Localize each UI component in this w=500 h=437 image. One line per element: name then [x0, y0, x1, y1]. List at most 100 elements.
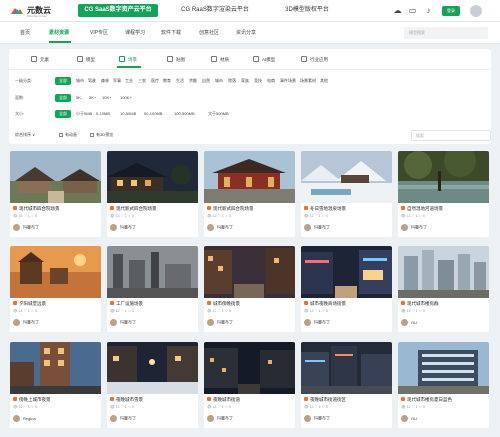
card-title[interactable]: 现代新式四合院场景	[207, 206, 293, 212]
category-tab-ai-model[interactable]: AI模型	[253, 54, 275, 65]
card-author[interactable]: 玛曼布丁	[304, 224, 330, 232]
asset-card[interactable]: 现代城市楼房夏日蓝色 👁 12 ♡ 1 ☆ 0 GU	[398, 342, 489, 428]
card-thumbnail[interactable]	[301, 342, 392, 394]
asset-card[interactable]: 傍晚上城市夜景 👁 12 ♡ 1 ☆ 0 Regina	[10, 342, 101, 428]
filter-chip[interactable]: 100-500MB	[174, 110, 195, 118]
card-author[interactable]: 玛曼布丁	[304, 415, 330, 423]
card-author[interactable]: 玛曼布丁	[207, 224, 233, 232]
asset-card[interactable]: 现代城市四合院场景 👁 15 ♡ 1 ☆ 0 玛曼布丁	[10, 151, 101, 237]
asset-card[interactable]: 现代新式四合院场景 👁 12 ♡ 1 ☆ 0 玛曼布丁	[204, 151, 295, 237]
card-author[interactable]: 玛曼布丁	[110, 415, 136, 423]
nav-item-software[interactable]: 软件下载	[161, 29, 181, 36]
category-tab-model[interactable]: 模型	[77, 54, 95, 65]
card-thumbnail[interactable]	[107, 342, 198, 394]
filter-chip[interactable]: 电商	[267, 77, 275, 85]
asset-card[interactable]: 夜晚城市街道 👁 14 ♡ 1 ☆ 0 玛曼布丁	[204, 342, 295, 428]
filter-chip[interactable]: 驾驶	[88, 77, 96, 85]
card-title[interactable]: 傍晚上城市夜景	[13, 397, 99, 403]
card-author[interactable]: 玛曼布丁	[110, 319, 136, 327]
category-tab-material[interactable]: 材质	[211, 54, 229, 65]
card-thumbnail[interactable]	[107, 151, 198, 203]
filter-chip[interactable]: 大于500MB	[208, 110, 229, 118]
asset-card[interactable]: 自然湿地河道场景 👁 13 ♡ 1 ☆ 0 玛曼布丁	[398, 151, 489, 237]
card-thumbnail[interactable]	[204, 342, 295, 394]
filter-chip[interactable]: 余额	[189, 77, 197, 85]
filter-chip[interactable]: 教育	[163, 77, 171, 85]
filter-chip[interactable]: 家族	[241, 77, 249, 85]
filter-chip[interactable]: 三农	[138, 77, 146, 85]
card-thumbnail[interactable]	[107, 246, 198, 298]
category-tab-scene[interactable]: 场景	[119, 54, 137, 65]
category-tab-element[interactable]: 元素	[31, 54, 49, 65]
card-author[interactable]: 玛曼布丁	[13, 224, 39, 232]
card-title[interactable]: 工厂设施场景	[110, 301, 196, 307]
user-avatar[interactable]	[470, 5, 482, 17]
card-title[interactable]: 冬日雪地温泉场景	[304, 206, 390, 212]
card-title[interactable]: 夕阳城堡远景	[13, 301, 99, 307]
filter-chip[interactable]: 10-50MB	[120, 110, 136, 118]
asset-card[interactable]: 工厂设施场景 👁 12 ♡ 1 ☆ 0 玛曼布丁	[107, 246, 198, 332]
nav-search-input[interactable]: 模型搜索	[404, 27, 488, 39]
filter-chip[interactable]: 医疗	[151, 77, 159, 85]
card-title[interactable]: 夜晚城市街道	[207, 397, 293, 403]
card-thumbnail[interactable]	[10, 342, 101, 394]
filter-chip[interactable]: 小于5MB	[76, 110, 92, 118]
asset-card[interactable]: 现代新式四合院场景 👁 13 ♡ 1 ☆ 0 玛曼布丁	[107, 151, 198, 237]
card-thumbnail[interactable]	[204, 246, 295, 298]
filter-chip[interactable]: 院落	[228, 77, 236, 85]
filter-chip[interactable]: 10K+	[102, 94, 111, 102]
platform-tab-raas[interactable]: CG RaaS数字渲染云平台	[175, 4, 255, 17]
card-thumbnail[interactable]	[398, 342, 489, 394]
card-title[interactable]: 现代城市楼房群	[401, 301, 487, 307]
card-author[interactable]: GU	[401, 319, 417, 327]
card-title[interactable]: 现代城市楼房夏日蓝色	[401, 397, 487, 403]
asset-card[interactable]: 冬日雪地温泉场景 👁 12 ♡ 1 ☆ 0 玛曼布丁	[301, 151, 392, 237]
filter-chip[interactable]: 100K+	[120, 94, 132, 102]
card-title[interactable]: 夜晚城市雪景	[110, 397, 196, 403]
filter-chip[interactable]: 50-100MB	[144, 110, 162, 118]
platform-tab-saas[interactable]: CG SaaS数字资产云平台	[78, 4, 158, 17]
login-button[interactable]: 登录	[442, 6, 460, 16]
card-thumbnail[interactable]	[10, 151, 101, 203]
notification-bell-icon[interactable]: ♪	[424, 6, 433, 15]
card-author[interactable]: 玛曼布丁	[304, 319, 330, 327]
card-thumbnail[interactable]	[301, 151, 392, 203]
filter-chip[interactable]: 生活	[176, 77, 184, 85]
filter-chip[interactable]: 5K-	[76, 94, 82, 102]
asset-card[interactable]: 夜晚城市雪景 👁 12 ♡ 1 ☆ 0 玛曼布丁	[107, 342, 198, 428]
filter-chip[interactable]: 5-10MB	[96, 110, 110, 118]
folder-icon[interactable]: ▭	[408, 6, 417, 15]
card-title[interactable]: 自然湿地河道场景	[401, 206, 487, 212]
card-title[interactable]: 夜晚城市街道街区	[304, 397, 390, 403]
filter-chip[interactable]: 城市	[76, 77, 84, 85]
card-title[interactable]: 现代新式四合院场景	[110, 206, 196, 212]
card-thumbnail[interactable]	[398, 151, 489, 203]
card-author[interactable]: 玛曼布丁	[13, 319, 39, 327]
card-author[interactable]: GU	[401, 415, 417, 423]
asset-card[interactable]: 城市傍晚街景 👁 12 ♡ 1 ☆ 0 玛曼布丁	[204, 246, 295, 332]
asset-card[interactable]: 夜晚城市街道街区 👁 13 ♡ 1 ☆ 0 玛曼布丁	[301, 342, 392, 428]
nav-item-home[interactable]: 首页	[20, 29, 30, 36]
filter-has-3d-preview[interactable]: 有3D预览	[90, 132, 113, 138]
filter-chip[interactable]: 城市	[215, 77, 223, 85]
filter-chip[interactable]: 5K+	[89, 94, 96, 102]
filter-chip[interactable]: 竞技	[254, 77, 262, 85]
nav-item-news[interactable]: 资讯分享	[236, 29, 256, 36]
filter-chip[interactable]: 其他	[320, 77, 328, 85]
nav-item-vip[interactable]: VIP专区	[90, 29, 108, 36]
card-author[interactable]: 玛曼布丁	[401, 224, 427, 232]
category-tab-texture[interactable]: 贴图	[167, 54, 185, 65]
platform-tab-3d[interactable]: 3D模型版权平台	[273, 4, 341, 17]
filter-chip[interactable]: 自然	[202, 77, 210, 85]
brand-logo[interactable]: 元数云 Shuzhiyi Cloud	[10, 3, 58, 19]
nav-item-community[interactable]: 创意社区	[199, 29, 219, 36]
nav-item-materials[interactable]: 素材资源	[49, 29, 69, 36]
card-thumbnail[interactable]	[204, 151, 295, 203]
asset-card[interactable]: 夕阳城堡远景 👁 14 ♡ 1 ☆ 0 玛曼布丁	[10, 246, 101, 332]
card-thumbnail[interactable]	[301, 246, 392, 298]
filter-has-animation[interactable]: 有动画	[59, 132, 77, 138]
card-thumbnail[interactable]	[398, 246, 489, 298]
filter-chip[interactable]: 军事	[113, 77, 121, 85]
category-tab-industry[interactable]: 行业应用	[301, 54, 328, 65]
sort-select[interactable]: 综合排序 ∨	[15, 132, 35, 138]
